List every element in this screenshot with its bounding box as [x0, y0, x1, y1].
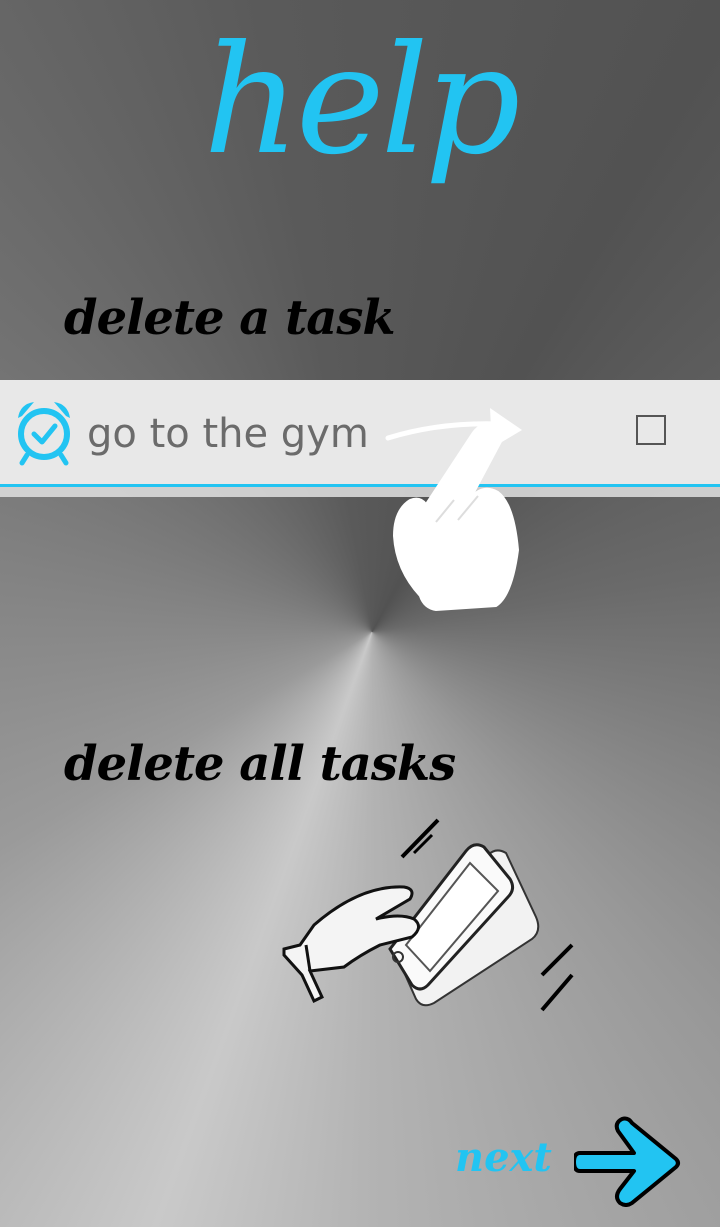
task-checkbox[interactable] [636, 415, 666, 445]
shake-phone-icon [282, 818, 574, 1012]
arrow-right-icon[interactable] [574, 1113, 684, 1207]
next-button[interactable]: next [455, 1130, 552, 1186]
alarm-clock-icon [18, 402, 70, 466]
section-title-delete-task: delete a task [64, 290, 396, 346]
swipe-hand-icon [385, 408, 522, 612]
page-title: help [203, 14, 520, 188]
task-label: go to the gym [87, 411, 369, 457]
section-title-delete-all: delete all tasks [64, 736, 456, 792]
task-row-shadow [0, 487, 720, 497]
